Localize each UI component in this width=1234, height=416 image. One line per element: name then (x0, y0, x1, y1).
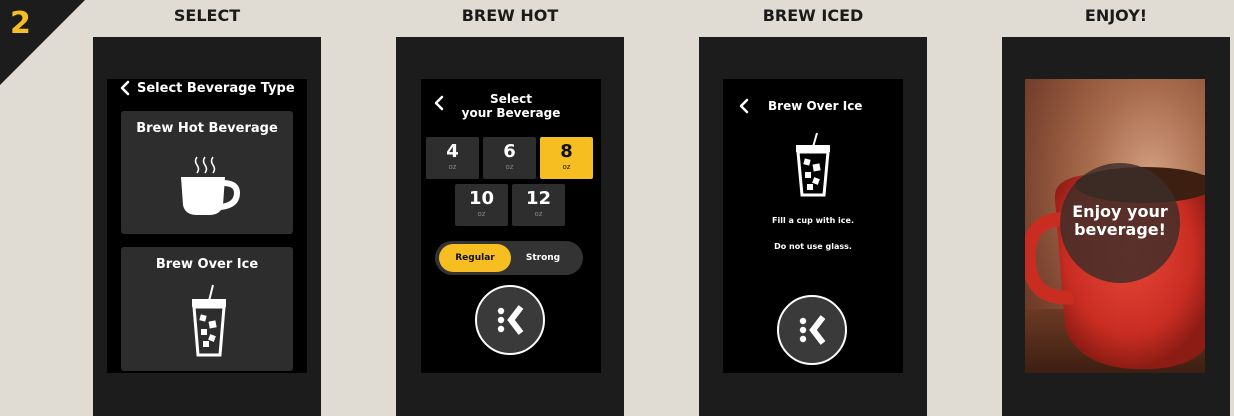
brew-hot-option[interactable]: Brew Hot Beverage (121, 111, 293, 234)
size-10oz-button[interactable]: 10 oz (455, 184, 508, 226)
screen-brew-hot: Select your Beverage 4 oz 6 oz 8 oz 10 o… (421, 79, 601, 373)
keurig-k-icon (799, 315, 826, 345)
column-title-brew-iced: BREW ICED (762, 6, 864, 25)
size-4oz-button[interactable]: 4 oz (426, 137, 479, 179)
column-title-select: SELECT (173, 6, 241, 25)
title-line-2: your Beverage (461, 106, 561, 120)
screen-select: Select Beverage Type Brew Hot Beverage B… (107, 79, 307, 373)
back-button[interactable] (738, 98, 750, 118)
iced-cup-icon (192, 284, 226, 357)
size-unit: oz (562, 163, 571, 171)
iced-cup-icon (796, 132, 830, 197)
size-12oz-button[interactable]: 12 oz (512, 184, 565, 226)
instruction-no-glass: Do not use glass. (774, 242, 852, 251)
size-value: 12 (525, 188, 552, 209)
title-line-1: Select (490, 92, 532, 106)
strength-strong-button[interactable]: Strong (507, 244, 579, 272)
brew-over-ice-option[interactable]: Brew Over Ice (121, 247, 293, 371)
hot-cup-icon (181, 156, 241, 215)
size-unit: oz (505, 163, 514, 171)
step-badge: 2 (0, 0, 85, 85)
size-value: 10 (468, 188, 495, 209)
size-unit: oz (477, 210, 486, 218)
brew-iced-title: Brew Over Ice (768, 99, 863, 113)
size-value: 8 (560, 141, 573, 162)
enjoy-line-2: beverage! (1074, 220, 1166, 239)
screen-brew-iced: Brew Over Ice Fill a cup with ice. Do no… (723, 79, 903, 373)
keurig-k-icon (497, 305, 524, 335)
brew-button[interactable] (475, 285, 545, 355)
size-value: 4 (446, 141, 459, 162)
strength-toggle: Regular Strong (435, 241, 583, 275)
back-button[interactable] (119, 80, 131, 100)
size-unit: oz (448, 163, 457, 171)
strength-regular-button[interactable]: Regular (439, 244, 511, 272)
size-8oz-button[interactable]: 8 oz (540, 137, 593, 179)
size-6oz-button[interactable]: 6 oz (483, 137, 536, 179)
enjoy-message: Enjoy your beverage! (1060, 163, 1180, 283)
enjoy-line-1: Enjoy your (1072, 202, 1168, 221)
size-unit: oz (534, 210, 543, 218)
select-header: Select Beverage Type (119, 80, 299, 100)
step-number: 2 (10, 6, 31, 41)
brew-hot-label: Brew Hot Beverage (136, 121, 278, 136)
size-value: 6 (503, 141, 516, 162)
brew-button[interactable] (777, 295, 847, 365)
instruction-fill-ice: Fill a cup with ice. (772, 216, 854, 225)
column-title-brew-hot: BREW HOT (461, 6, 559, 25)
brew-hot-title: Select your Beverage (421, 92, 601, 120)
select-title: Select Beverage Type (137, 81, 295, 96)
column-title-enjoy: ENJOY! (1084, 6, 1148, 25)
brew-over-ice-label: Brew Over Ice (155, 257, 259, 272)
